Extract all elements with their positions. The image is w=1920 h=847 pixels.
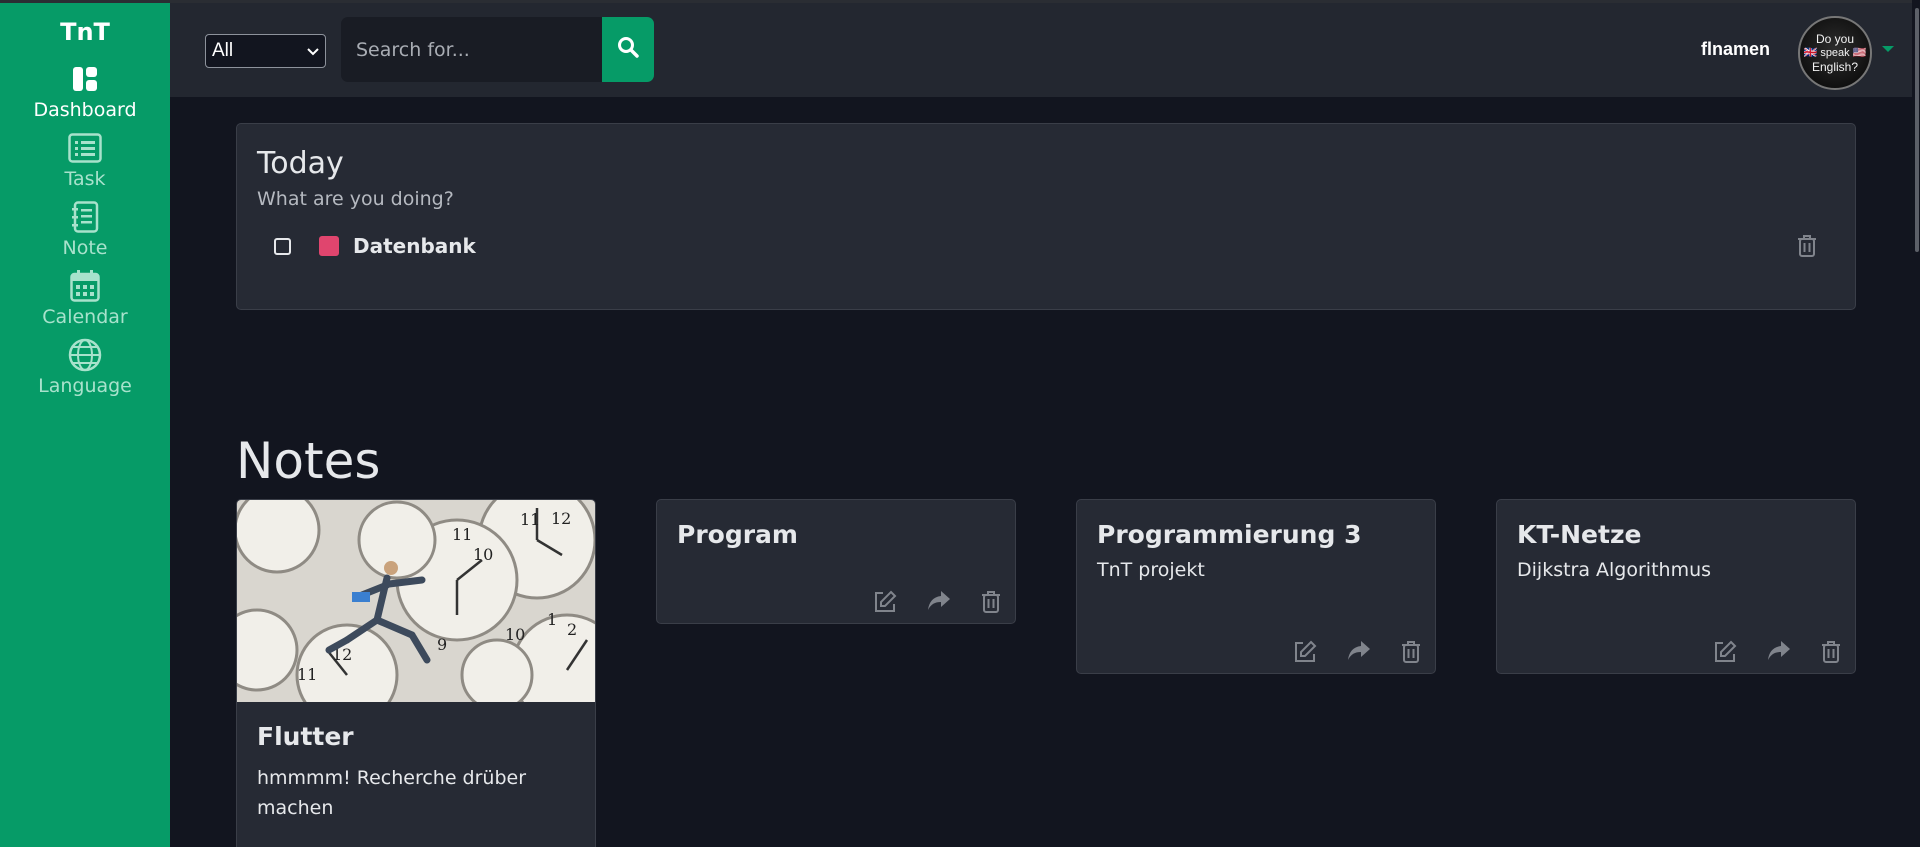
note-title: Programmierung 3 bbox=[1097, 520, 1362, 549]
search-icon bbox=[617, 36, 639, 63]
today-card: Today What are you doing? Datenbank bbox=[236, 123, 1856, 310]
task-color-tag bbox=[319, 236, 339, 256]
filter-select-value: All bbox=[212, 40, 234, 61]
username[interactable]: flnamen bbox=[1701, 39, 1770, 60]
globe-icon bbox=[68, 338, 102, 372]
note-card[interactable]: Programmierung 3 TnT projekt bbox=[1076, 499, 1436, 674]
note-title: Program bbox=[677, 520, 798, 549]
sidebar-item-calendar[interactable]: Calendar bbox=[0, 269, 170, 328]
svg-text:10: 10 bbox=[505, 625, 525, 644]
calendar-icon bbox=[68, 269, 102, 303]
svg-text:11: 11 bbox=[520, 510, 540, 529]
sidebar-item-label: Calendar bbox=[42, 306, 128, 328]
scrollbar[interactable] bbox=[1912, 0, 1920, 847]
svg-text:11: 11 bbox=[297, 665, 317, 684]
sidebar: TnT Dashboard Task Note Calendar Languag… bbox=[0, 0, 170, 847]
today-subtitle: What are you doing? bbox=[257, 188, 454, 210]
note-text: TnT projekt bbox=[1097, 559, 1205, 581]
note-card[interactable]: 11 12 10 11 1 2 12 11 9 10 Flutter hmmmm! Recherc… bbox=[236, 499, 596, 847]
chevron-down-icon bbox=[307, 40, 319, 62]
share-icon[interactable] bbox=[1767, 640, 1791, 664]
avatar-text-line: 🇬🇧 speak 🇺🇸 bbox=[1803, 47, 1867, 59]
svg-text:12: 12 bbox=[551, 509, 571, 528]
search-button[interactable] bbox=[602, 17, 654, 82]
svg-text:2: 2 bbox=[567, 620, 577, 639]
edit-icon[interactable] bbox=[873, 590, 897, 614]
caret-down-icon[interactable] bbox=[1882, 46, 1894, 52]
sidebar-item-dashboard[interactable]: Dashboard bbox=[0, 62, 170, 121]
trash-icon[interactable] bbox=[1401, 640, 1421, 664]
share-icon[interactable] bbox=[1347, 640, 1371, 664]
top-bar: All flnamen Do you 🇬🇧 speak 🇺🇸 English? bbox=[170, 0, 1920, 97]
note-card[interactable]: Program bbox=[656, 499, 1016, 624]
note-actions bbox=[1293, 640, 1421, 664]
task-row: Datenbank bbox=[274, 234, 476, 258]
avatar[interactable]: Do you 🇬🇧 speak 🇺🇸 English? bbox=[1798, 16, 1872, 90]
brand-logo[interactable]: TnT bbox=[60, 18, 110, 46]
sidebar-item-task[interactable]: Task bbox=[0, 131, 170, 190]
notebook-icon bbox=[68, 200, 102, 234]
notes-heading: Notes bbox=[236, 432, 381, 490]
note-title: Flutter bbox=[257, 722, 354, 751]
scrollbar-thumb[interactable] bbox=[1915, 8, 1919, 252]
trash-icon[interactable] bbox=[1821, 640, 1841, 664]
clock-runner-image: 11 121011121211910 bbox=[237, 500, 595, 702]
dashboard-icon bbox=[68, 62, 102, 96]
note-title: KT-Netze bbox=[1517, 520, 1642, 549]
svg-text:1: 1 bbox=[547, 610, 557, 629]
trash-icon[interactable] bbox=[981, 590, 1001, 614]
note-card[interactable]: KT-Netze Dijkstra Algorithmus bbox=[1496, 499, 1856, 674]
sidebar-item-label: Note bbox=[62, 237, 108, 259]
sidebar-item-label: Task bbox=[64, 168, 106, 190]
note-text: Dijkstra Algorithmus bbox=[1517, 559, 1712, 581]
avatar-text-line: English? bbox=[1811, 60, 1859, 74]
sidebar-item-language[interactable]: Language bbox=[0, 338, 170, 397]
note-actions bbox=[873, 590, 1001, 614]
list-icon bbox=[68, 131, 102, 165]
sidebar-item-note[interactable]: Note bbox=[0, 200, 170, 259]
svg-text:11: 11 bbox=[452, 525, 472, 544]
note-text: hmmmm! Recherche drüber machen bbox=[257, 767, 527, 819]
task-name[interactable]: Datenbank bbox=[353, 234, 476, 258]
share-icon[interactable] bbox=[927, 590, 951, 614]
svg-text:9: 9 bbox=[437, 635, 447, 654]
search-input[interactable] bbox=[341, 17, 603, 82]
trash-icon[interactable] bbox=[1797, 234, 1817, 263]
edit-icon[interactable] bbox=[1713, 640, 1737, 664]
sidebar-item-label: Dashboard bbox=[33, 99, 137, 121]
filter-select[interactable]: All bbox=[205, 34, 326, 68]
svg-text:10: 10 bbox=[473, 545, 493, 564]
sidebar-item-label: Language bbox=[38, 375, 132, 397]
today-title: Today bbox=[257, 146, 344, 181]
edit-icon[interactable] bbox=[1293, 640, 1317, 664]
avatar-text-line: Do you bbox=[1815, 32, 1855, 46]
task-checkbox[interactable] bbox=[274, 237, 291, 255]
note-actions bbox=[1713, 640, 1841, 664]
